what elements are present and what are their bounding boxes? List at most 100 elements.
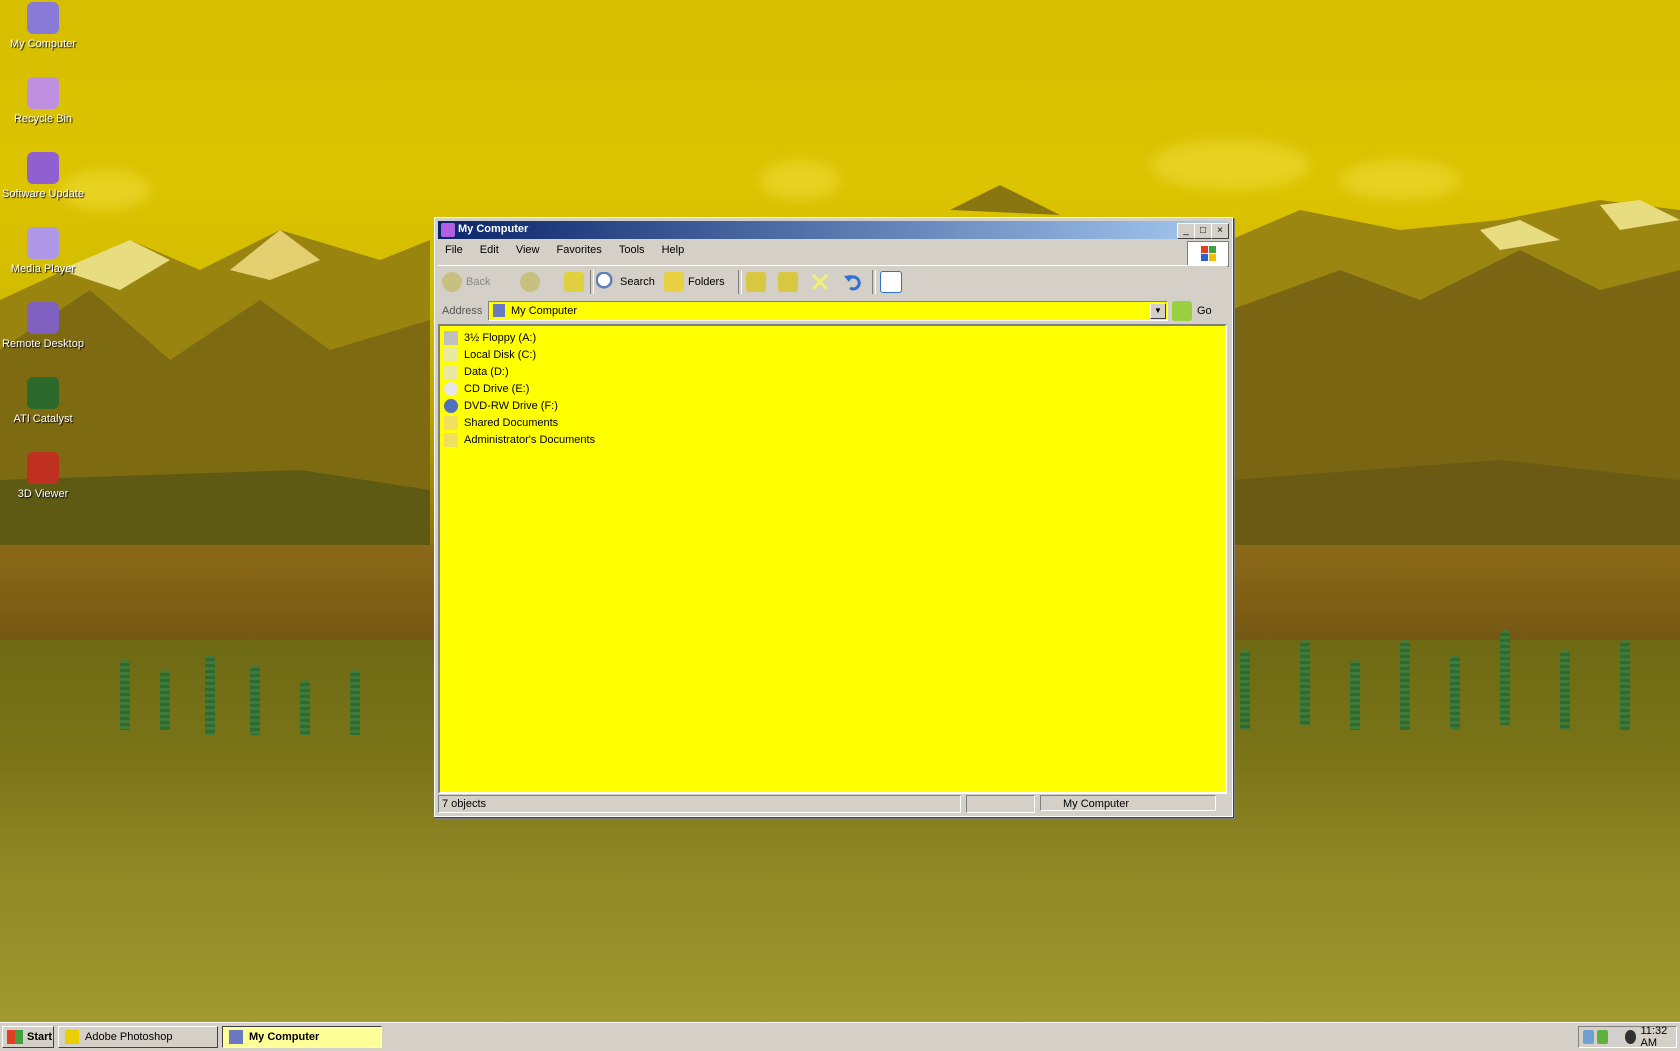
lupine <box>1350 660 1360 730</box>
lupine <box>1560 650 1570 730</box>
volume-icon[interactable] <box>1624 1030 1636 1044</box>
menu-favorites[interactable]: Favorites <box>550 241 609 259</box>
list-item[interactable]: 3½ Floppy (A:) <box>444 330 536 346</box>
desktop-icon-recycle-bin[interactable]: Recycle Bin <box>0 77 86 126</box>
lupine <box>300 680 310 735</box>
status-bar: 7 objects My Computer <box>438 794 1227 813</box>
toolbar-separator <box>590 270 594 294</box>
desktop-icon-label: 3D Viewer <box>17 488 69 500</box>
photoshop-icon <box>65 1030 79 1044</box>
list-item[interactable]: Data (D:) <box>444 364 509 380</box>
back-button[interactable]: Back <box>442 271 490 293</box>
remote-desktop-icon <box>27 302 59 334</box>
address-input[interactable]: My Computer ▼ <box>488 301 1168 321</box>
item-label: 3½ Floppy (A:) <box>464 332 537 344</box>
status-location-label: My Computer <box>1063 798 1130 810</box>
desktop-icon-label: Media Player <box>10 263 76 275</box>
recycle-bin-icon <box>27 77 59 109</box>
windows-logo-icon <box>7 1030 23 1044</box>
item-label: Local Disk (C:) <box>464 349 537 361</box>
lupine <box>160 670 170 730</box>
address-value: My Computer <box>511 305 578 317</box>
ati-icon <box>27 377 59 409</box>
desktop-icon-ati[interactable]: ATI Catalyst <box>0 377 86 426</box>
list-item[interactable]: Administrator's Documents <box>444 432 595 448</box>
up-folder-icon <box>564 272 584 292</box>
menu-file[interactable]: File <box>438 241 470 259</box>
desktop-icon-label: Remote Desktop <box>2 338 84 350</box>
folder-icon <box>444 433 458 447</box>
undo-button[interactable] <box>842 271 862 293</box>
list-item[interactable]: Shared Documents <box>444 415 558 431</box>
status-object-count: 7 objects <box>438 795 961 813</box>
desktop-icon-remote-desktop[interactable]: Remote Desktop <box>0 302 86 351</box>
windows-logo-icon <box>1187 241 1229 267</box>
computer-icon <box>493 304 505 317</box>
clock[interactable]: 11:32 AM <box>1641 1025 1676 1049</box>
window-title: My Computer <box>458 223 529 235</box>
desktop-icon-my-computer[interactable]: My Computer <box>0 2 86 51</box>
close-button[interactable]: × <box>1211 223 1229 239</box>
address-dropdown-button[interactable]: ▼ <box>1150 303 1166 319</box>
cd-drive-icon <box>444 382 458 396</box>
lupine <box>205 655 215 735</box>
lupine <box>1240 650 1250 730</box>
go-label: Go <box>1197 305 1212 317</box>
maximize-button[interactable]: □ <box>1194 223 1212 239</box>
dvd-icon <box>444 399 458 413</box>
language-icon[interactable] <box>1610 1030 1622 1044</box>
go-button[interactable]: Go <box>1172 301 1224 321</box>
lupine <box>350 670 360 735</box>
menu-tools[interactable]: Tools <box>612 241 652 259</box>
desktop-icon-label: ATI Catalyst <box>13 413 73 425</box>
task-photoshop[interactable]: Adobe Photoshop <box>58 1026 218 1048</box>
desktop-icon-media-player[interactable]: Media Player <box>0 227 86 276</box>
task-label: Adobe Photoshop <box>85 1031 173 1043</box>
floppy-icon <box>444 331 458 345</box>
folders-button[interactable]: Folders <box>664 271 725 293</box>
item-label: Data (D:) <box>464 366 509 378</box>
delete-button[interactable] <box>810 271 830 293</box>
move-to-button[interactable] <box>746 271 766 293</box>
status-location: My Computer <box>1040 795 1216 811</box>
lupine <box>1300 640 1310 725</box>
item-label: DVD-RW Drive (F:) <box>464 400 558 412</box>
task-my-computer[interactable]: My Computer <box>222 1026 382 1048</box>
start-button[interactable]: Start <box>2 1026 54 1048</box>
minimize-button[interactable]: _ <box>1177 223 1195 239</box>
desktop-icon-3d-viewer[interactable]: 3D Viewer <box>0 452 86 501</box>
computer-icon <box>441 223 455 237</box>
menu-view[interactable]: View <box>509 241 547 259</box>
views-button[interactable] <box>880 271 902 293</box>
list-item[interactable]: DVD-RW Drive (F:) <box>444 398 558 414</box>
menu-edit[interactable]: Edit <box>473 241 506 259</box>
list-item[interactable]: CD Drive (E:) <box>444 381 529 397</box>
folders-icon <box>664 272 684 292</box>
list-item[interactable]: Local Disk (C:) <box>444 347 536 363</box>
security-icon[interactable] <box>1596 1030 1608 1044</box>
computer-icon <box>229 1030 243 1044</box>
delete-icon <box>810 272 830 292</box>
network-icon[interactable] <box>1583 1030 1594 1044</box>
3d-viewer-icon <box>27 452 59 484</box>
menu-help[interactable]: Help <box>655 241 692 259</box>
desktop-icon-software-update[interactable]: Software Update <box>0 152 86 201</box>
address-bar: Address My Computer ▼ Go <box>438 298 1227 324</box>
desktop-icon-label: Recycle Bin <box>13 113 73 125</box>
hard-disk-icon <box>444 365 458 379</box>
lupine <box>120 660 130 730</box>
forward-button[interactable] <box>520 271 540 293</box>
title-bar[interactable]: My Computer _ □ × <box>438 221 1229 239</box>
menu-bar: File Edit View Favorites Tools Help <box>438 241 1186 261</box>
search-button[interactable]: Search <box>596 271 655 293</box>
up-folder-button[interactable] <box>564 271 584 293</box>
toolbar-separator <box>738 270 742 294</box>
address-label: Address <box>442 305 483 317</box>
taskbar: Start Adobe Photoshop My Computer 11:32 … <box>0 1022 1680 1051</box>
copy-to-button[interactable] <box>778 271 798 293</box>
forward-arrow-icon <box>520 272 540 292</box>
item-label: Shared Documents <box>464 417 559 429</box>
toolbar: Back Search Folders <box>438 265 1227 299</box>
hard-disk-icon <box>444 348 458 362</box>
lupine <box>1500 630 1510 725</box>
